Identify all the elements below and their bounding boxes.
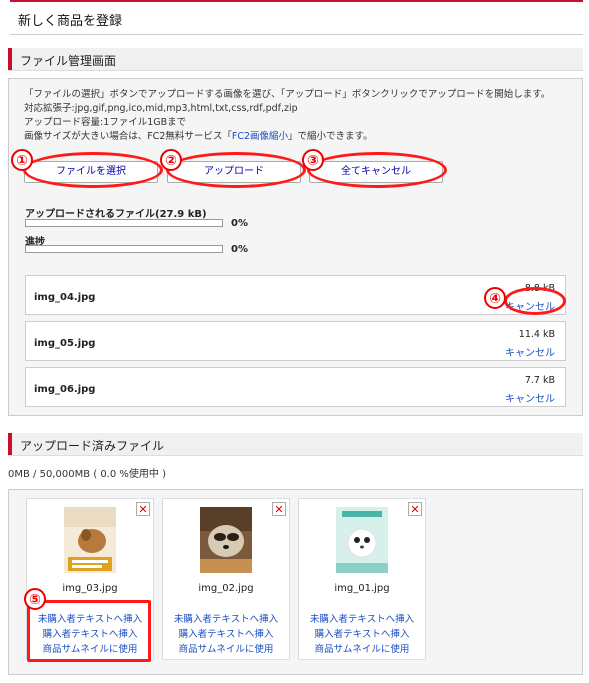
upload-button[interactable]: アップロード xyxy=(167,161,301,183)
use-as-thumbnail-link[interactable]: 商品サムネイルに使用 xyxy=(299,641,425,655)
annotation-number: ② xyxy=(160,149,182,171)
annotation-number: ① xyxy=(11,149,33,171)
queue-file-size: 8.8 kB xyxy=(524,283,555,294)
insert-buyer-text-link[interactable]: 購入者テキストへ挿入 xyxy=(27,626,153,640)
thumbnail-image[interactable] xyxy=(64,507,116,573)
file-manager-heading-text: ファイル管理画面 xyxy=(20,54,117,68)
desc-line: 対応拡張子:jpg,gif,png,ico,mid,mp3,html,txt,c… xyxy=(24,103,298,114)
uploaded-file-card: ✕ img_01.jpg 未購入者テキストへ挿入 購入者テキストへ挿入 商品サム… xyxy=(298,498,426,660)
storage-usage: 0MB / 50,000MB ( 0.0 %使用中 ) xyxy=(8,469,166,480)
file-name: img_02.jpg xyxy=(198,583,254,594)
desc-text: 画像サイズが大きい場合は、FC2無料サービス「 xyxy=(24,131,232,142)
file-name: img_03.jpg xyxy=(62,583,118,594)
annotation-number: ③ xyxy=(302,149,324,171)
delete-icon[interactable]: ✕ xyxy=(408,502,422,516)
delete-icon[interactable]: ✕ xyxy=(272,502,286,516)
file-manager-heading: ファイル管理画面 xyxy=(8,48,583,71)
annotation-number: ⑤ xyxy=(24,588,46,610)
section-accent-bar xyxy=(8,433,12,455)
desc-line: 画像サイズが大きい場合は、FC2無料サービス「FC2画像縮小」で縮小できます。 xyxy=(24,130,550,144)
use-as-thumbnail-link[interactable]: 商品サムネイルに使用 xyxy=(163,641,289,655)
queue-file-name: img_06.jpg xyxy=(34,384,96,395)
upload-progress-label: アップロードされるファイル(27.9 kB) xyxy=(25,209,207,220)
insert-nonbuyer-text-link[interactable]: 未購入者テキストへ挿入 xyxy=(27,611,153,625)
header-top-rule xyxy=(10,0,583,2)
progress-bar xyxy=(25,245,223,253)
file-manager-description: 「ファイルの選択」ボタンでアップロードする画像を選び、「アップロード」ボタンクリ… xyxy=(24,88,550,144)
delete-icon[interactable]: ✕ xyxy=(136,502,150,516)
insert-buyer-text-link[interactable]: 購入者テキストへ挿入 xyxy=(299,626,425,640)
insert-buyer-text-link[interactable]: 購入者テキストへ挿入 xyxy=(163,626,289,640)
header-divider xyxy=(10,34,583,35)
queue-file-name: img_05.jpg xyxy=(34,338,96,349)
progress-value: 0% xyxy=(231,244,248,255)
insert-nonbuyer-text-link[interactable]: 未購入者テキストへ挿入 xyxy=(299,611,425,625)
upload-progress-bar xyxy=(25,219,223,227)
thumbnail-image[interactable] xyxy=(336,507,388,573)
uploaded-files-heading: アップロード済みファイル xyxy=(8,433,583,456)
insert-nonbuyer-text-link[interactable]: 未購入者テキストへ挿入 xyxy=(163,611,289,625)
upload-progress-value: 0% xyxy=(231,218,248,229)
uploaded-file-card: ✕ img_03.jpg 未購入者テキストへ挿入 購入者テキストへ挿入 商品サム… xyxy=(26,498,154,660)
uploaded-file-card: ✕ img_02.jpg 未購入者テキストへ挿入 購入者テキストへ挿入 商品サム… xyxy=(162,498,290,660)
section-accent-bar xyxy=(8,48,12,70)
queue-file-name: img_04.jpg xyxy=(34,292,96,303)
use-as-thumbnail-link[interactable]: 商品サムネイルに使用 xyxy=(27,641,153,655)
queue-cancel-link[interactable]: キャンセル xyxy=(505,298,555,313)
desc-text: 」で縮小できます。 xyxy=(288,131,373,142)
queue-item: img_06.jpg 7.7 kB キャンセル xyxy=(25,367,566,407)
queue-file-size: 7.7 kB xyxy=(524,375,555,386)
file-name: img_01.jpg xyxy=(334,583,390,594)
queue-cancel-link[interactable]: キャンセル xyxy=(505,390,555,405)
cancel-all-button[interactable]: 全てキャンセル xyxy=(309,161,443,183)
page-title: 新しく商品を登録 xyxy=(18,14,123,29)
desc-line: アップロード容量:1ファイル1GBまで xyxy=(24,117,187,128)
queue-item: img_05.jpg 11.4 kB キャンセル xyxy=(25,321,566,361)
file-manager-panel: 「ファイルの選択」ボタンでアップロードする画像を選び、「アップロード」ボタンクリ… xyxy=(8,78,583,416)
uploaded-files-heading-text: アップロード済みファイル xyxy=(20,439,165,453)
fc2-resize-link[interactable]: FC2画像縮小 xyxy=(232,131,288,142)
queue-file-size: 11.4 kB xyxy=(518,329,555,340)
annotation-number: ④ xyxy=(484,287,506,309)
select-file-button[interactable]: ファイルを選択 xyxy=(24,161,158,183)
queue-cancel-link[interactable]: キャンセル xyxy=(505,344,555,359)
page-header: 新しく商品を登録 xyxy=(0,0,589,40)
desc-line: 「ファイルの選択」ボタンでアップロードする画像を選び、「アップロード」ボタンクリ… xyxy=(24,89,551,100)
thumbnail-image[interactable] xyxy=(200,507,252,573)
